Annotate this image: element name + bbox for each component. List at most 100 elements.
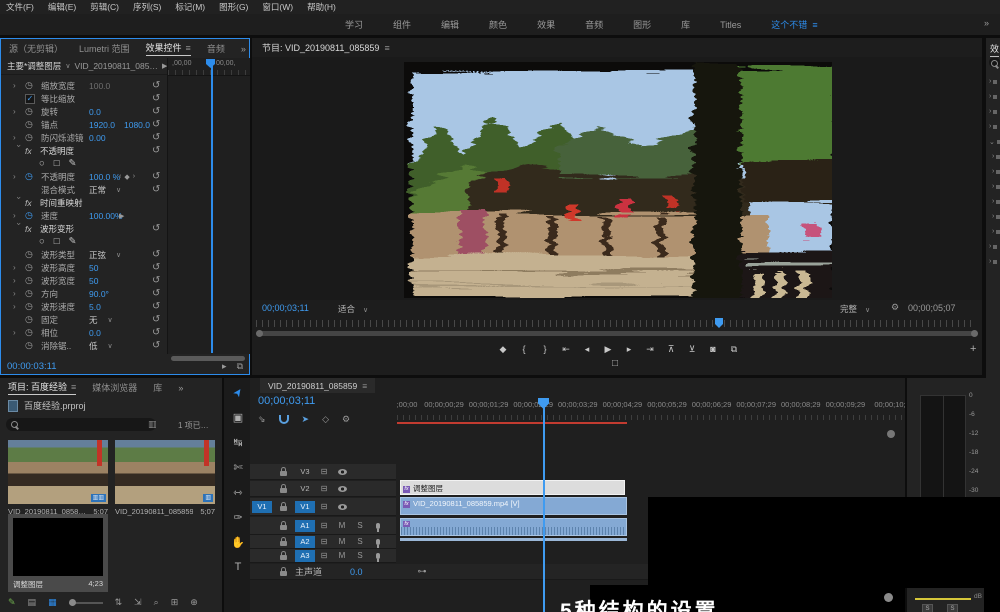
effects-tree-row[interactable]: › [992, 183, 1000, 190]
solo-button[interactable]: S [351, 551, 369, 560]
new-bin-icon[interactable]: ⊞ [171, 597, 179, 608]
stopwatch-icon[interactable]: ◷ [25, 262, 41, 273]
menu-item[interactable]: 标记(M) [175, 1, 205, 13]
effects-tree-row[interactable]: ⌄ [989, 138, 1000, 146]
twirl-icon[interactable]: › [13, 328, 25, 337]
track-name-badge[interactable]: A2 [295, 536, 315, 548]
reset-icon[interactable]: ↺ [152, 314, 160, 325]
lock-icon[interactable] [280, 571, 287, 576]
project-item-thumbnail[interactable]: ▥▥ [8, 440, 108, 504]
panel-tab[interactable]: 音频 [207, 42, 225, 55]
effects-tree-row[interactable]: › [992, 168, 1000, 175]
effect-property-row[interactable]: ›fx波形变形↺ [1, 222, 167, 235]
master-volume-value[interactable]: 0.0 [350, 567, 363, 577]
effect-property-row[interactable]: ›◷速度100.00%▶ [1, 209, 167, 222]
icon-view-icon[interactable]: ▦ [48, 597, 57, 608]
fit-dropdown[interactable]: 适合∨ [338, 303, 368, 315]
voiceover-mic-icon[interactable] [376, 523, 380, 529]
effects-tree-row[interactable]: › [989, 123, 997, 130]
workspace-tab[interactable]: 音频 [585, 18, 603, 31]
mask-rect-icon[interactable]: □ [54, 158, 60, 169]
twirl-icon[interactable]: › [989, 78, 991, 85]
effects-tree-row[interactable]: › [992, 198, 1000, 205]
workspace-tab[interactable]: 颜色 [489, 18, 507, 31]
twirl-icon[interactable]: › [13, 276, 25, 285]
property-value[interactable]: 50 [89, 263, 98, 273]
twirl-icon[interactable]: › [13, 211, 25, 220]
effects-tree-row[interactable]: › [992, 153, 1000, 160]
menu-item[interactable]: 帮助(H) [307, 1, 336, 13]
comparison-view-icon[interactable]: ⧉ [728, 344, 740, 355]
panel-tab[interactable]: Lumetri 范围 [79, 42, 130, 55]
nest-insert-icon[interactable]: ⇘ [258, 414, 266, 425]
lift-icon[interactable]: ⊼ [665, 344, 677, 355]
effect-property-row[interactable]: ›◷防闪烁滤镜0.00↺ [1, 131, 167, 144]
effects-tree-row[interactable]: › [989, 258, 997, 265]
reset-icon[interactable]: ↺ [152, 184, 160, 195]
keyframe-navigator[interactable]: ▶ [119, 212, 124, 220]
panel-menu-icon[interactable]: ≡ [384, 43, 389, 53]
twirl-icon[interactable]: › [992, 198, 994, 205]
lock-icon[interactable] [280, 488, 287, 493]
project-item-selected[interactable]: 调整图层4;23 [8, 514, 108, 592]
stopwatch-icon[interactable]: ◷ [25, 275, 41, 286]
stopwatch-icon[interactable]: ◷ [25, 249, 41, 260]
solo-left-button[interactable]: S [922, 604, 933, 612]
stopwatch-icon[interactable]: ◷ [25, 301, 41, 312]
resolution-dropdown[interactable]: 完整∨ [840, 303, 870, 315]
track-header-a3[interactable]: A3⊟MS [250, 549, 396, 563]
mask-ellipse-icon[interactable]: ○ [39, 158, 45, 169]
track-header-a2[interactable]: A2⊟MS [250, 535, 396, 549]
lock-icon[interactable] [280, 506, 287, 511]
stopwatch-icon[interactable]: ◷ [25, 327, 41, 338]
stopwatch-icon[interactable]: ◷ [25, 210, 41, 221]
effects-tree-row[interactable]: › [989, 78, 997, 85]
effect-property-row[interactable]: ◷锚点1920.01080.0↺ [1, 118, 167, 131]
ecp-timecode[interactable]: 00:00:03:11 [7, 361, 56, 372]
panel-tab[interactable]: 项目: 百度经验≡ [8, 380, 76, 395]
program-scrub-ruler[interactable] [256, 320, 974, 327]
mark-in-icon[interactable]: { [518, 344, 530, 354]
panel-menu-icon[interactable]: ≡ [71, 382, 76, 392]
property-value[interactable]: 100.00% [89, 211, 123, 221]
property-value-2[interactable]: 1080.0 [124, 120, 150, 130]
effects-tree-row[interactable]: › [989, 243, 997, 250]
project-file-row[interactable]: 百度经验.prproj [8, 399, 86, 412]
panel-menu-icon[interactable]: ≡ [362, 381, 367, 391]
property-value[interactable]: 100.0 % [89, 172, 120, 182]
workspace-overflow-icon[interactable]: » [984, 18, 989, 28]
reset-icon[interactable]: ↺ [152, 132, 160, 143]
next-keyframe-icon[interactable]: ▶ [119, 212, 124, 220]
filter-bin-icon[interactable]: ▥ [148, 419, 157, 430]
effect-property-row[interactable]: ›◷不透明度100.0 %‹◆›↺ [1, 170, 167, 183]
add-marker-icon[interactable]: ◇ [322, 414, 329, 425]
track-header-v1[interactable]: V1V1⊟ [250, 498, 396, 516]
twirl-icon[interactable]: › [989, 93, 991, 100]
sync-lock-icon[interactable]: ⊟ [315, 537, 333, 546]
lock-icon[interactable] [280, 555, 287, 560]
project-search-input[interactable] [6, 418, 156, 431]
track-output-eye-icon[interactable] [338, 504, 347, 510]
property-value[interactable]: 90.0° [89, 289, 109, 299]
stopwatch-icon[interactable]: ◷ [25, 119, 41, 130]
reset-icon[interactable]: ↺ [152, 262, 160, 273]
property-value[interactable]: 0.0 [89, 107, 101, 117]
twirl-icon[interactable]: › [989, 123, 991, 130]
effect-property-row[interactable]: ◷固定无∨↺ [1, 313, 167, 326]
reset-icon[interactable]: ↺ [152, 223, 160, 234]
panel-overflow-icon[interactable]: » [241, 44, 246, 54]
keyframe-navigator[interactable]: ‹◆› [119, 173, 135, 181]
type-tool[interactable]: T [224, 561, 252, 573]
effects-search-input[interactable] [989, 58, 1000, 67]
selection-tool[interactable]: ➤ [225, 377, 252, 407]
razor-tool[interactable]: ✄ [224, 461, 252, 474]
effect-property-row[interactable]: ◷波形类型正弦∨↺ [1, 248, 167, 261]
property-value[interactable]: 1920.0 [89, 120, 115, 130]
solo-button[interactable]: S [351, 521, 369, 530]
reset-icon[interactable]: ↺ [152, 340, 160, 351]
effect-property-row[interactable]: ›fx时间重映射 [1, 196, 167, 209]
checkbox-checked[interactable]: ✓ [25, 94, 35, 104]
twirl-icon[interactable]: › [13, 81, 25, 90]
snap-icon[interactable] [279, 415, 289, 424]
ecp-mini-timeline[interactable]: ,00,00 00,00, [167, 58, 250, 354]
